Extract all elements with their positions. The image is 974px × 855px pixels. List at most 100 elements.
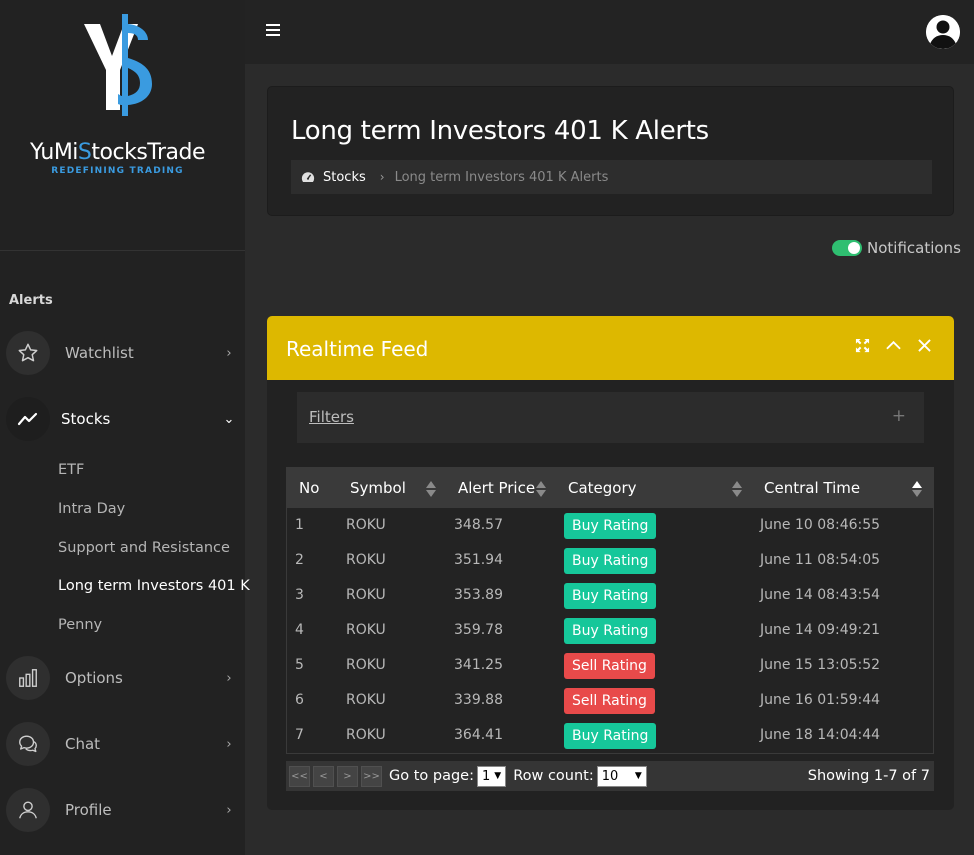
brand-name: YuMiStocksTrade xyxy=(29,140,206,165)
sort-icon[interactable] xyxy=(535,480,547,498)
cell-symbol: ROKU xyxy=(346,657,386,673)
cell-no: 2 xyxy=(295,552,304,568)
pagination: << < > >> Go to page: 1 ▼ Row count: 10 ▼ … xyxy=(286,761,934,791)
cell-central-time: June 16 01:59:44 xyxy=(760,692,881,708)
sidebar-subitem-penny[interactable]: Penny xyxy=(58,617,102,633)
cell-central-time: June 11 08:54:05 xyxy=(760,552,881,568)
cell-symbol: ROKU xyxy=(346,727,386,743)
sidebar-subitem-intra-day[interactable]: Intra Day xyxy=(58,501,125,517)
table-row[interactable]: 4 ROKU 359.78 June 14 09:49:21 Buy Rating xyxy=(287,613,933,648)
table-row[interactable]: 1 ROKU 348.57 June 10 08:46:55 Buy Rating xyxy=(287,508,933,543)
chevron-right-icon: › xyxy=(226,736,232,752)
chat-icon xyxy=(6,722,50,766)
cell-central-time: June 14 09:49:21 xyxy=(760,622,881,638)
filters-panel: Filters + xyxy=(297,392,924,443)
collapse-icon[interactable] xyxy=(884,336,902,354)
sidebar-subitem-support-resistance[interactable]: Support and Resistance xyxy=(58,540,230,556)
chevron-right-icon: › xyxy=(226,670,232,686)
sidebar-item-profile[interactable]: Profile › xyxy=(6,787,236,833)
breadcrumb-separator-icon: › xyxy=(379,170,385,184)
sidebar-item-options[interactable]: Options › xyxy=(6,655,236,701)
cell-no: 6 xyxy=(295,692,304,708)
cell-symbol: ROKU xyxy=(346,552,386,568)
table-row[interactable]: 3 ROKU 353.89 June 14 08:43:54 Buy Rating xyxy=(287,578,933,613)
column-header-no[interactable]: No xyxy=(299,479,319,497)
cell-no: 1 xyxy=(295,517,304,533)
breadcrumb: Stocks › Long term Investors 401 K Alert… xyxy=(291,160,932,194)
buy-rating-badge: Buy Rating xyxy=(564,548,657,574)
logo-icon xyxy=(84,14,152,116)
column-header-central-time[interactable]: Central Time xyxy=(764,479,860,497)
sidebar-subitem-long-term[interactable]: Long term Investors 401 K xyxy=(58,578,250,594)
avatar[interactable] xyxy=(926,15,960,49)
dashboard-icon xyxy=(301,172,315,182)
sell-rating-badge: Sell Rating xyxy=(564,688,655,714)
user-avatar-icon xyxy=(926,15,960,49)
row-count-label: Row count: xyxy=(513,768,594,784)
feed-header: Realtime Feed xyxy=(267,316,954,380)
buy-rating-badge: Buy Rating xyxy=(564,513,657,539)
cell-symbol: ROKU xyxy=(346,622,386,638)
topbar xyxy=(245,0,974,64)
table-row[interactable]: 6 ROKU 339.88 June 16 01:59:44 Sell Rating xyxy=(287,683,933,718)
first-page-button[interactable]: << xyxy=(289,765,310,787)
next-page-button[interactable]: > xyxy=(337,765,358,787)
realtime-feed-card: Realtime Feed Filters + No Symbol Alert … xyxy=(267,316,954,810)
breadcrumb-stocks[interactable]: Stocks xyxy=(323,170,366,185)
sidebar-item-label: Options xyxy=(65,669,123,687)
brand-tagline: REDEFINING TRADING xyxy=(51,166,184,176)
cell-no: 3 xyxy=(295,587,304,603)
sidebar-subitem-etf[interactable]: ETF xyxy=(58,462,84,478)
column-header-symbol[interactable]: Symbol xyxy=(350,479,406,497)
cell-alert-price: 364.41 xyxy=(454,727,503,743)
expand-icon[interactable] xyxy=(853,336,871,354)
toggle-switch[interactable] xyxy=(832,240,862,256)
plus-icon[interactable]: + xyxy=(892,406,906,426)
sidebar-item-stocks[interactable]: Stocks ⌄ xyxy=(6,396,236,442)
cell-central-time: June 15 13:05:52 xyxy=(760,657,881,673)
sort-icon[interactable] xyxy=(731,480,743,498)
notifications-toggle[interactable]: Notifications xyxy=(832,239,961,257)
cell-no: 4 xyxy=(295,622,304,638)
column-header-alert-price[interactable]: Alert Price xyxy=(458,479,535,497)
column-header-category[interactable]: Category xyxy=(568,479,637,497)
close-icon[interactable] xyxy=(915,336,933,354)
cell-central-time: June 14 08:43:54 xyxy=(760,587,881,603)
prev-page-button[interactable]: < xyxy=(313,765,334,787)
chevron-down-icon: ⌄ xyxy=(223,411,235,427)
chevron-right-icon: › xyxy=(226,802,232,818)
showing-count: Showing 1-7 of 7 xyxy=(807,768,930,784)
table-row[interactable]: 5 ROKU 341.25 June 15 13:05:52 Sell Rating xyxy=(287,648,933,683)
page-title: Long term Investors 401 K Alerts xyxy=(291,116,709,146)
cell-alert-price: 348.57 xyxy=(454,517,503,533)
logo[interactable]: YuMiStocksTrade REDEFINING TRADING xyxy=(0,0,245,251)
cell-central-time: June 10 08:46:55 xyxy=(760,517,881,533)
table-row[interactable]: 7 ROKU 364.41 June 18 14:04:44 Buy Rating xyxy=(287,718,933,753)
row-count-select[interactable]: 10 ▼ xyxy=(596,765,647,787)
sidebar-item-label: Chat xyxy=(65,735,101,753)
sort-ascending-icon[interactable] xyxy=(911,480,923,498)
menu-icon[interactable] xyxy=(266,24,280,36)
sidebar-item-chat[interactable]: Chat › xyxy=(6,721,236,767)
table-row[interactable]: 2 ROKU 351.94 June 11 08:54:05 Buy Rating xyxy=(287,543,933,578)
cell-alert-price: 341.25 xyxy=(454,657,503,673)
cell-symbol: ROKU xyxy=(346,517,386,533)
cell-no: 5 xyxy=(295,657,304,673)
buy-rating-badge: Buy Rating xyxy=(564,723,657,749)
cell-alert-price: 359.78 xyxy=(454,622,503,638)
table-header: No Symbol Alert Price Category Central T… xyxy=(287,468,933,508)
sort-icon[interactable] xyxy=(425,480,437,498)
last-page-button[interactable]: >> xyxy=(361,765,382,787)
buy-rating-badge: Buy Rating xyxy=(564,618,657,644)
chevron-right-icon: › xyxy=(226,345,232,361)
user-icon xyxy=(6,788,50,832)
cell-no: 7 xyxy=(295,727,304,743)
sidebar-item-watchlist[interactable]: Watchlist › xyxy=(6,330,236,376)
page-select[interactable]: 1 ▼ xyxy=(476,765,507,787)
cell-alert-price: 339.88 xyxy=(454,692,503,708)
sidebar-section-title: Alerts xyxy=(9,293,53,308)
breadcrumb-current: Long term Investors 401 K Alerts xyxy=(394,169,609,185)
feed-title: Realtime Feed xyxy=(286,337,429,361)
sidebar-item-label: Profile xyxy=(65,801,112,819)
filters-toggle[interactable]: Filters xyxy=(309,408,354,426)
